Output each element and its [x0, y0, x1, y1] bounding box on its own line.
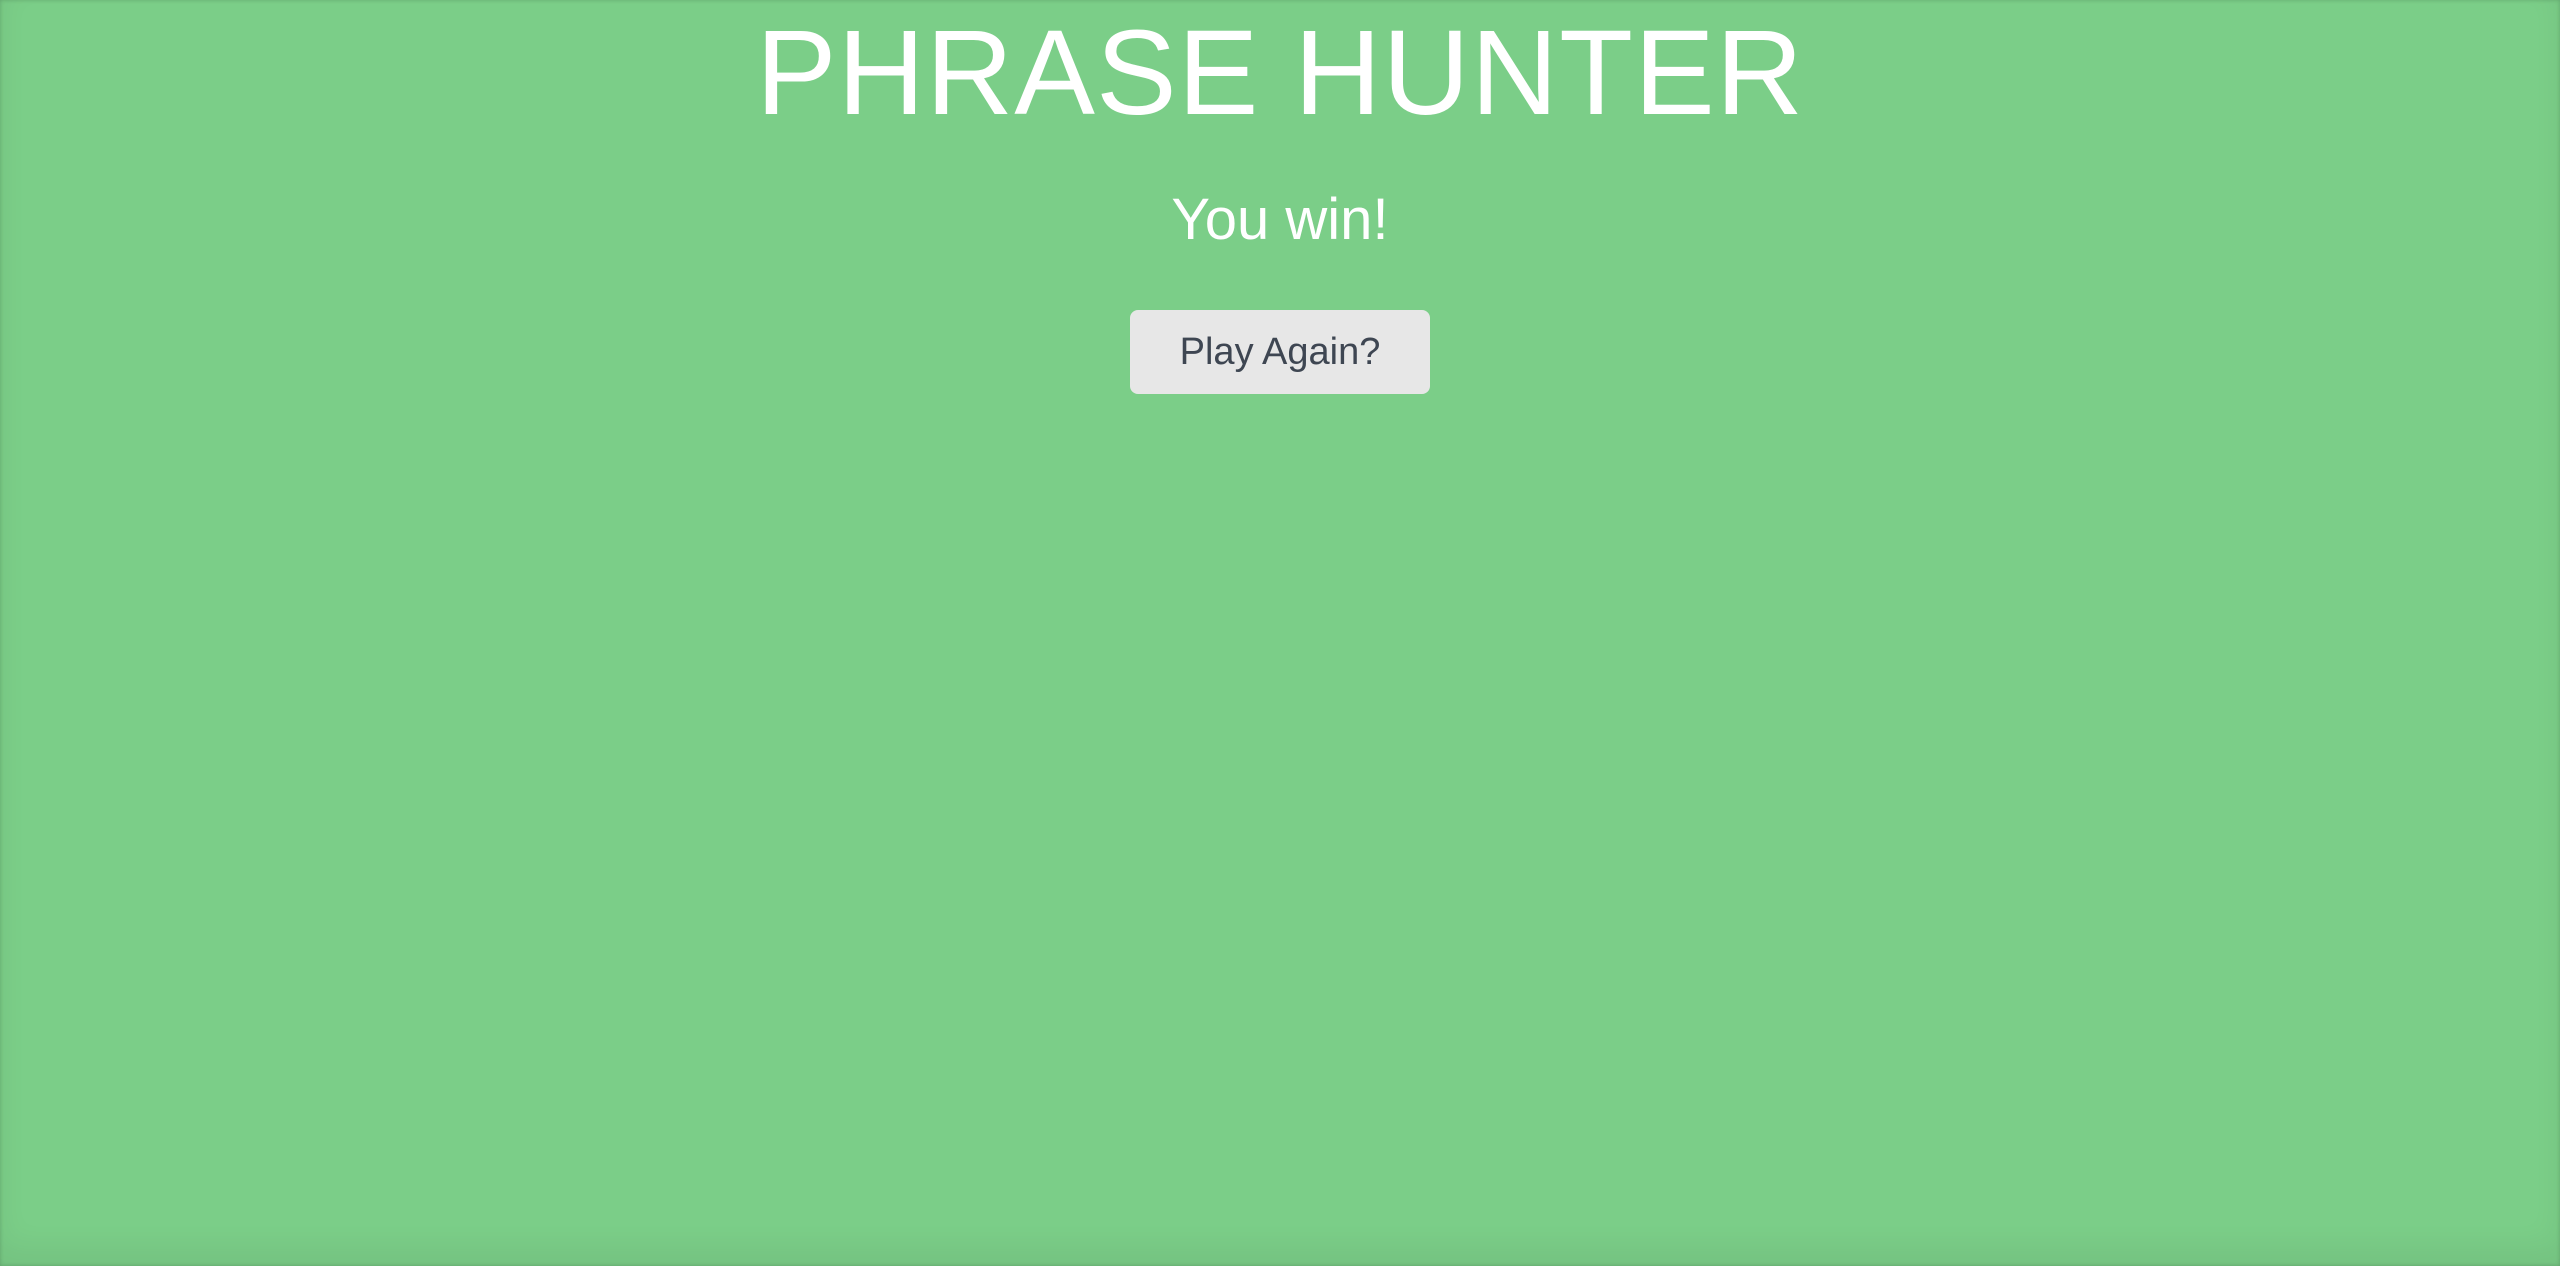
play-again-button[interactable]: Play Again?: [1130, 310, 1430, 394]
game-over-message: You win!: [1171, 187, 1389, 252]
win-overlay: PHRASE HUNTER You win! Play Again?: [0, 0, 2560, 1266]
game-title: PHRASE HUNTER: [755, 4, 1805, 140]
